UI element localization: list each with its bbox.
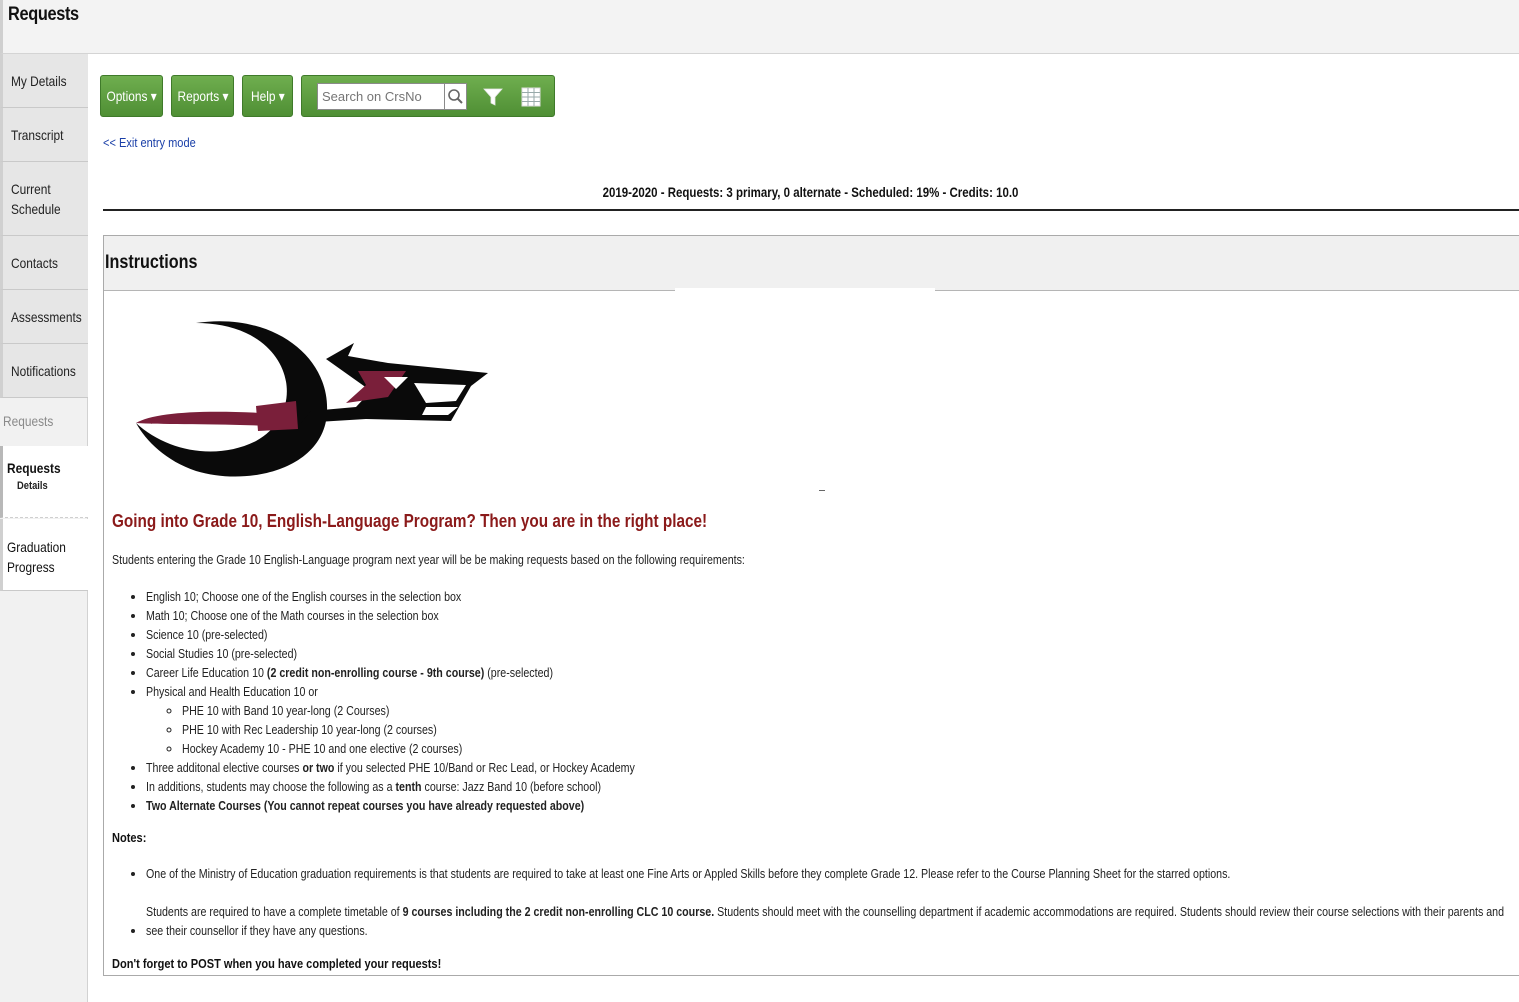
requests-summary-text: 2019-2020 - Requests: 3 primary, 0 alter… [603, 184, 1019, 200]
divider [819, 490, 825, 491]
options-label: Options ▾ [106, 87, 157, 104]
list-item-text: PHE 10 with Rec Leadership 10 year-long … [182, 722, 437, 737]
list-item-text: Physical and Health Education 10 or [146, 684, 318, 699]
sidebar-item-label: Transcript [11, 126, 64, 143]
sidebar-item-my-details[interactable]: My Details [0, 54, 88, 108]
filter-icon[interactable] [482, 86, 504, 108]
reports-menu-button[interactable]: Reports ▾ [171, 75, 234, 117]
list-item: In additions, students may choose the fo… [146, 777, 742, 796]
notes-title: Notes: [112, 830, 147, 845]
sidebar-item-label: Requests [7, 460, 61, 476]
list-item-text: Science 10 (pre-selected) [146, 627, 268, 642]
list-item-text: One of the Ministry of Education graduat… [146, 866, 1231, 881]
divider [103, 209, 1519, 211]
sidebar-item-label: Assessments [11, 308, 82, 325]
list-item-emphasis: tenth [395, 779, 422, 794]
list-item-text: Hockey Academy 10 - PHE 10 and one elect… [182, 741, 463, 756]
sidebar-item-current-schedule[interactable]: Current Schedule [0, 162, 88, 236]
list-item: Two Alternate Courses (You cannot repeat… [146, 796, 742, 815]
list-item-emphasis: or two [302, 760, 335, 775]
reports-label: Reports ▾ [177, 87, 228, 104]
sidebar-item-label: Notifications [11, 362, 76, 379]
sidebar-item-label: Schedule [11, 200, 61, 217]
search-bar [301, 75, 555, 117]
search-button[interactable] [445, 83, 467, 110]
grid-view-icon[interactable] [520, 86, 542, 108]
sidebar-item-label: Current [11, 180, 51, 197]
list-item-text: In additions, students may choose the fo… [146, 779, 396, 794]
search-icon [448, 89, 463, 104]
post-reminder: Don't forget to POST when you have compl… [112, 956, 442, 971]
list-item-text: Three additonal elective courses [146, 760, 303, 775]
list-item-emphasis: (2 credit non-enrolling course - 9th cou… [266, 665, 485, 680]
list-item: One of the Ministry of Education graduat… [146, 864, 1512, 883]
sidebar-item-notifications[interactable]: Notifications [0, 344, 88, 398]
list-item: Career Life Education 10 (2 credit non-e… [146, 663, 742, 682]
instructions-panel: Instructions Going into Grade 10, Englis… [103, 235, 1519, 976]
list-item: English 10; Choose one of the English co… [146, 587, 742, 606]
instructions-headline: Going into Grade 10, English-Language Pr… [112, 511, 708, 531]
divider [675, 288, 935, 291]
list-item-text: Social Studies 10 (pre-selected) [146, 646, 298, 661]
list-item-text: PHE 10 with Band 10 year-long (2 Courses… [182, 703, 390, 718]
sidebar-subitem-details[interactable]: Details [17, 480, 77, 492]
list-item: PHE 10 with Rec Leadership 10 year-long … [182, 720, 742, 739]
sidebar-item-label: My Details [11, 72, 67, 89]
sidebar-item-label: Progress [7, 559, 55, 575]
list-item: Physical and Health Education 10 or PHE … [146, 682, 742, 758]
sidebar-item-label: Contacts [11, 254, 58, 271]
list-item-text: (pre-selected) [484, 665, 554, 680]
school-logo [136, 321, 488, 477]
phe-options-list: PHE 10 with Band 10 year-long (2 Courses… [146, 701, 742, 758]
help-label: Help ▾ [250, 87, 285, 104]
list-item-text: Career Life Education 10 [146, 665, 267, 680]
list-item: Students are required to have a complete… [146, 902, 1512, 940]
list-item: Science 10 (pre-selected) [146, 625, 742, 644]
list-item: Hockey Academy 10 - PHE 10 and one elect… [182, 739, 742, 758]
search-input[interactable] [317, 83, 445, 110]
list-item-text: English 10; Choose one of the English co… [146, 589, 462, 604]
sidebar-item-contacts[interactable]: Contacts [0, 236, 88, 290]
list-item: Social Studies 10 (pre-selected) [146, 644, 742, 663]
requirements-list: English 10; Choose one of the English co… [112, 587, 742, 815]
exit-entry-mode-link[interactable]: << Exit entry mode [103, 135, 196, 150]
options-menu-button[interactable]: Options ▾ [100, 75, 163, 117]
help-menu-button[interactable]: Help ▾ [242, 75, 293, 117]
page-header: Requests [0, 0, 1519, 54]
instructions-title: Instructions [105, 252, 198, 273]
list-item: PHE 10 with Band 10 year-long (2 Courses… [182, 701, 742, 720]
sidebar-item-label: Graduation [7, 539, 66, 555]
notes-list: One of the Ministry of Education graduat… [112, 864, 1512, 959]
list-item: Three additonal elective courses or two … [146, 758, 742, 777]
requests-summary: 2019-2020 - Requests: 3 primary, 0 alter… [103, 184, 1519, 200]
list-item: Math 10; Choose one of the Math courses … [146, 606, 742, 625]
instructions-header: Instructions [104, 236, 1519, 291]
instructions-intro: Students entering the Grade 10 English-L… [112, 552, 745, 567]
sidebar-item-graduation-progress[interactable]: Graduation Progress [0, 519, 88, 591]
list-item-text: if you selected PHE 10/Band or Rec Lead,… [334, 760, 635, 775]
list-item-text: Students are required to have a complete… [146, 904, 403, 919]
sidebar-item-requests[interactable]: Requests Details [0, 446, 88, 518]
page-title: Requests [8, 4, 79, 25]
list-item-emphasis: 9 courses including the 2 credit non-enr… [402, 904, 715, 919]
sidebar-item-transcript[interactable]: Transcript [0, 108, 88, 162]
sidebar-item-assessments[interactable]: Assessments [0, 290, 88, 344]
list-item-emphasis: Two Alternate Courses (You cannot repeat… [146, 798, 585, 813]
list-item-text: course: Jazz Band 10 (before school) [421, 779, 602, 794]
list-item-text: Math 10; Choose one of the Math courses … [146, 608, 439, 623]
sidebar-section-requests: Requests [3, 413, 54, 429]
